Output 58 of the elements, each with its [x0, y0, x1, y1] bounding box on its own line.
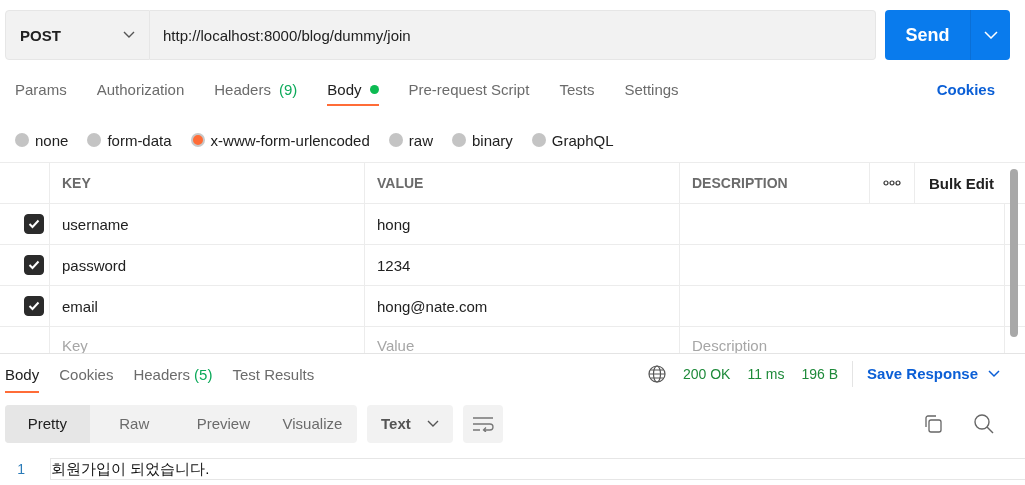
more-options-icon[interactable] [883, 180, 901, 186]
param-key: password [62, 256, 127, 274]
body-type-radio[interactable]: GraphQL [531, 131, 614, 149]
scrollbar[interactable] [1010, 169, 1018, 337]
format-dropdown[interactable]: Text [367, 404, 453, 443]
body-type-radio[interactable]: raw [388, 131, 433, 149]
response-tab[interactable]: Headers (5) [133, 354, 213, 393]
request-tab[interactable]: Body [327, 72, 379, 106]
view-mode-tab[interactable]: Raw [89, 404, 179, 443]
response-size: 196 B [801, 365, 839, 382]
body-type-radio[interactable]: none [15, 131, 69, 149]
request-tab[interactable]: Pre-request Script [408, 72, 530, 106]
chevron-down-icon [988, 369, 1000, 378]
response-tab[interactable]: Cookies [59, 354, 114, 393]
column-header: VALUE [365, 163, 680, 203]
body-type-radio[interactable]: form-data [87, 131, 172, 149]
save-response-button[interactable]: Save Response [867, 365, 1000, 382]
check-icon [27, 260, 40, 270]
check-icon [27, 219, 40, 229]
globe-icon[interactable] [647, 364, 666, 383]
param-value: hong@nate.com [377, 297, 488, 315]
param-value: 1234 [377, 256, 411, 274]
cookies-link[interactable]: Cookies [936, 80, 995, 98]
checkbox[interactable] [23, 214, 44, 234]
column-header: DESCRIPTION [680, 163, 870, 203]
param-value: hong [377, 215, 411, 233]
response-tab[interactable]: Body [5, 354, 40, 393]
request-tab[interactable]: Params [15, 72, 67, 106]
checkbox[interactable] [23, 255, 44, 275]
param-key: email [62, 297, 98, 315]
chevron-down-icon [123, 31, 135, 39]
column-header: KEY [50, 163, 365, 203]
word-wrap-icon [472, 415, 494, 432]
search-icon[interactable] [973, 412, 995, 435]
request-tab[interactable]: Tests [559, 72, 595, 106]
param-key: username [62, 215, 129, 233]
view-mode-tab[interactable]: Visualize [267, 404, 357, 443]
line-number: 1 [16, 461, 26, 477]
copy-icon[interactable] [923, 413, 943, 434]
body-type-radio[interactable]: x-www-form-urlencoded [190, 131, 370, 149]
view-mode-tab[interactable]: Pretty [5, 404, 90, 443]
response-tab[interactable]: Test Results [232, 354, 315, 393]
method-dropdown[interactable]: POST [5, 10, 150, 60]
request-tab[interactable]: Headers (9) [214, 72, 298, 106]
bulk-edit-button[interactable]: Bulk Edit [915, 163, 1005, 203]
url-field[interactable]: http://localhost:8000/blog/dummy/join [150, 10, 876, 60]
check-icon [27, 301, 40, 311]
chevron-down-icon [983, 31, 998, 39]
checkbox[interactable] [23, 296, 44, 316]
status-code: 200 OK [682, 365, 731, 382]
response-time: 11 ms [747, 365, 785, 382]
word-wrap-button[interactable] [463, 404, 503, 443]
request-tab[interactable]: Settings [624, 72, 679, 106]
view-mode-tab[interactable]: Preview [178, 404, 268, 443]
request-tab[interactable]: Authorization [96, 72, 185, 106]
chevron-down-icon [427, 419, 439, 428]
body-type-radio[interactable]: binary [451, 131, 513, 149]
code-line: 회원가입이 되었습니다. [51, 459, 210, 479]
